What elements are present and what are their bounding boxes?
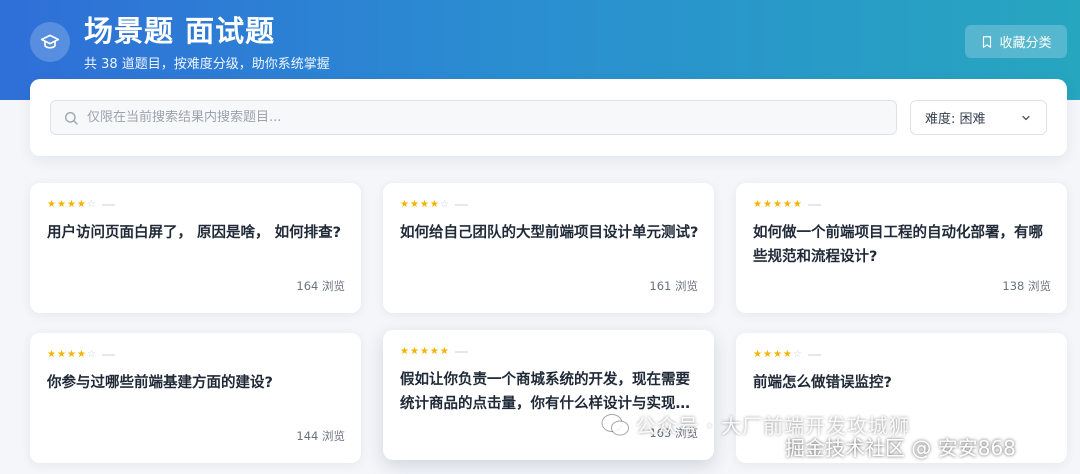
star-filled-icon: ★ — [772, 349, 783, 360]
chevron-down-icon — [1022, 115, 1030, 121]
question-card[interactable]: ★ ★ ★ ★ ☆ 用户访问页面白屏了， 原因是啥， 如何排查? 164 浏览 — [30, 183, 361, 313]
graduation-cap-icon — [30, 22, 70, 62]
star-empty-icon: ☆ — [439, 199, 450, 210]
star-filled-icon: ★ — [47, 349, 57, 360]
question-card[interactable]: ★ ★ ★ ★ ☆ 你参与过哪些前端基建方面的建设? 144 浏览 — [30, 333, 361, 463]
star-filled-icon: ★ — [400, 199, 410, 210]
star-filled-icon: ★ — [76, 199, 87, 210]
juejin-watermark: 掘金技术社区 @ 安安868 — [785, 436, 1016, 460]
bookmark-icon — [983, 35, 992, 48]
view-count: 164 浏览 — [296, 279, 345, 293]
rating-divider — [807, 354, 821, 356]
star-filled-icon: ★ — [56, 349, 67, 360]
difficulty-select[interactable]: 难度: 困难 — [910, 100, 1047, 135]
star-filled-icon: ★ — [419, 346, 430, 357]
question-title: 前端怎么做错误监控? — [753, 375, 892, 391]
question-title: 用户访问页面白屏了， 原因是啥， 如何排查? — [47, 225, 342, 241]
page-subtitle: 共 38 道题目，按难度分级，助你系统掌握 — [84, 57, 330, 72]
star-filled-icon: ★ — [439, 346, 450, 357]
question-title: 如何给自己团队的大型前端项目设计单元测试? — [400, 225, 699, 241]
difficulty-stars: ★ ★ ★ ★ ☆ — [47, 349, 115, 361]
search-icon — [65, 111, 78, 125]
star-empty-icon: ☆ — [792, 349, 803, 360]
rating-divider — [454, 351, 468, 353]
difficulty-select-value: 难度: 困难 — [925, 112, 986, 127]
star-filled-icon: ★ — [66, 349, 77, 360]
search-input[interactable] — [87, 110, 867, 125]
star-filled-icon: ★ — [782, 349, 793, 360]
difficulty-stars: ★ ★ ★ ★ ★ — [400, 346, 468, 358]
star-filled-icon: ★ — [56, 199, 67, 210]
search-panel: 难度: 困难 — [30, 79, 1067, 156]
view-count: 144 浏览 — [296, 429, 345, 443]
star-filled-icon: ★ — [753, 349, 763, 360]
star-filled-icon: ★ — [409, 346, 420, 357]
star-filled-icon: ★ — [762, 199, 773, 210]
question-card[interactable]: ★ ★ ★ ★ ★ 如何做一个前端项目工程的自动化部署，有哪些规范和流程设计? 138 … — [736, 183, 1067, 313]
star-empty-icon: ☆ — [86, 349, 97, 360]
star-filled-icon: ★ — [76, 349, 87, 360]
star-filled-icon: ★ — [419, 199, 430, 210]
favorite-button-label: 收藏分类 — [999, 36, 1052, 51]
question-title: 你参与过哪些前端基建方面的建设? — [47, 375, 273, 391]
rating-divider — [101, 354, 115, 356]
question-title: 如何做一个前端项目工程的自动化部署，有哪些规范和流程设计? — [753, 225, 1043, 265]
question-card[interactable]: ★ ★ ★ ★ ☆ 如何给自己团队的大型前端项目设计单元测试? 161 浏览 — [383, 183, 714, 313]
rating-divider — [101, 204, 115, 206]
question-title: 假如让你负责一个商城系统的开发，现在需要统计商品的点击量，你有什么样设计与实现的… — [400, 372, 690, 412]
view-count: 161 浏览 — [649, 279, 698, 293]
star-filled-icon: ★ — [47, 199, 57, 210]
question-card[interactable]: ★ ★ ★ ★ ★ 假如让你负责一个商城系统的开发，现在需要统计商品的点击量，你有什么样… — [383, 330, 714, 460]
star-filled-icon: ★ — [762, 349, 773, 360]
difficulty-stars: ★ ★ ★ ★ ☆ — [400, 199, 468, 211]
star-filled-icon: ★ — [772, 199, 783, 210]
star-empty-icon: ☆ — [86, 199, 97, 210]
star-filled-icon: ★ — [782, 199, 793, 210]
star-filled-icon: ★ — [409, 199, 420, 210]
rating-divider — [807, 204, 821, 206]
star-filled-icon: ★ — [66, 199, 77, 210]
page-title: 场景题 面试题 — [84, 14, 276, 48]
star-filled-icon: ★ — [400, 346, 410, 357]
difficulty-stars: ★ ★ ★ ★ ☆ — [753, 349, 821, 361]
search-box[interactable] — [50, 100, 897, 135]
rating-divider — [454, 204, 468, 206]
star-filled-icon: ★ — [429, 346, 440, 357]
wechat-icon — [601, 413, 629, 435]
star-filled-icon: ★ — [429, 199, 440, 210]
difficulty-stars: ★ ★ ★ ★ ☆ — [47, 199, 115, 211]
view-count: 138 浏览 — [1002, 279, 1051, 293]
favorite-category-button[interactable]: 收藏分类 — [965, 25, 1067, 58]
star-filled-icon: ★ — [753, 199, 763, 210]
difficulty-stars: ★ ★ ★ ★ ★ — [753, 199, 821, 211]
star-filled-icon: ★ — [792, 199, 803, 210]
